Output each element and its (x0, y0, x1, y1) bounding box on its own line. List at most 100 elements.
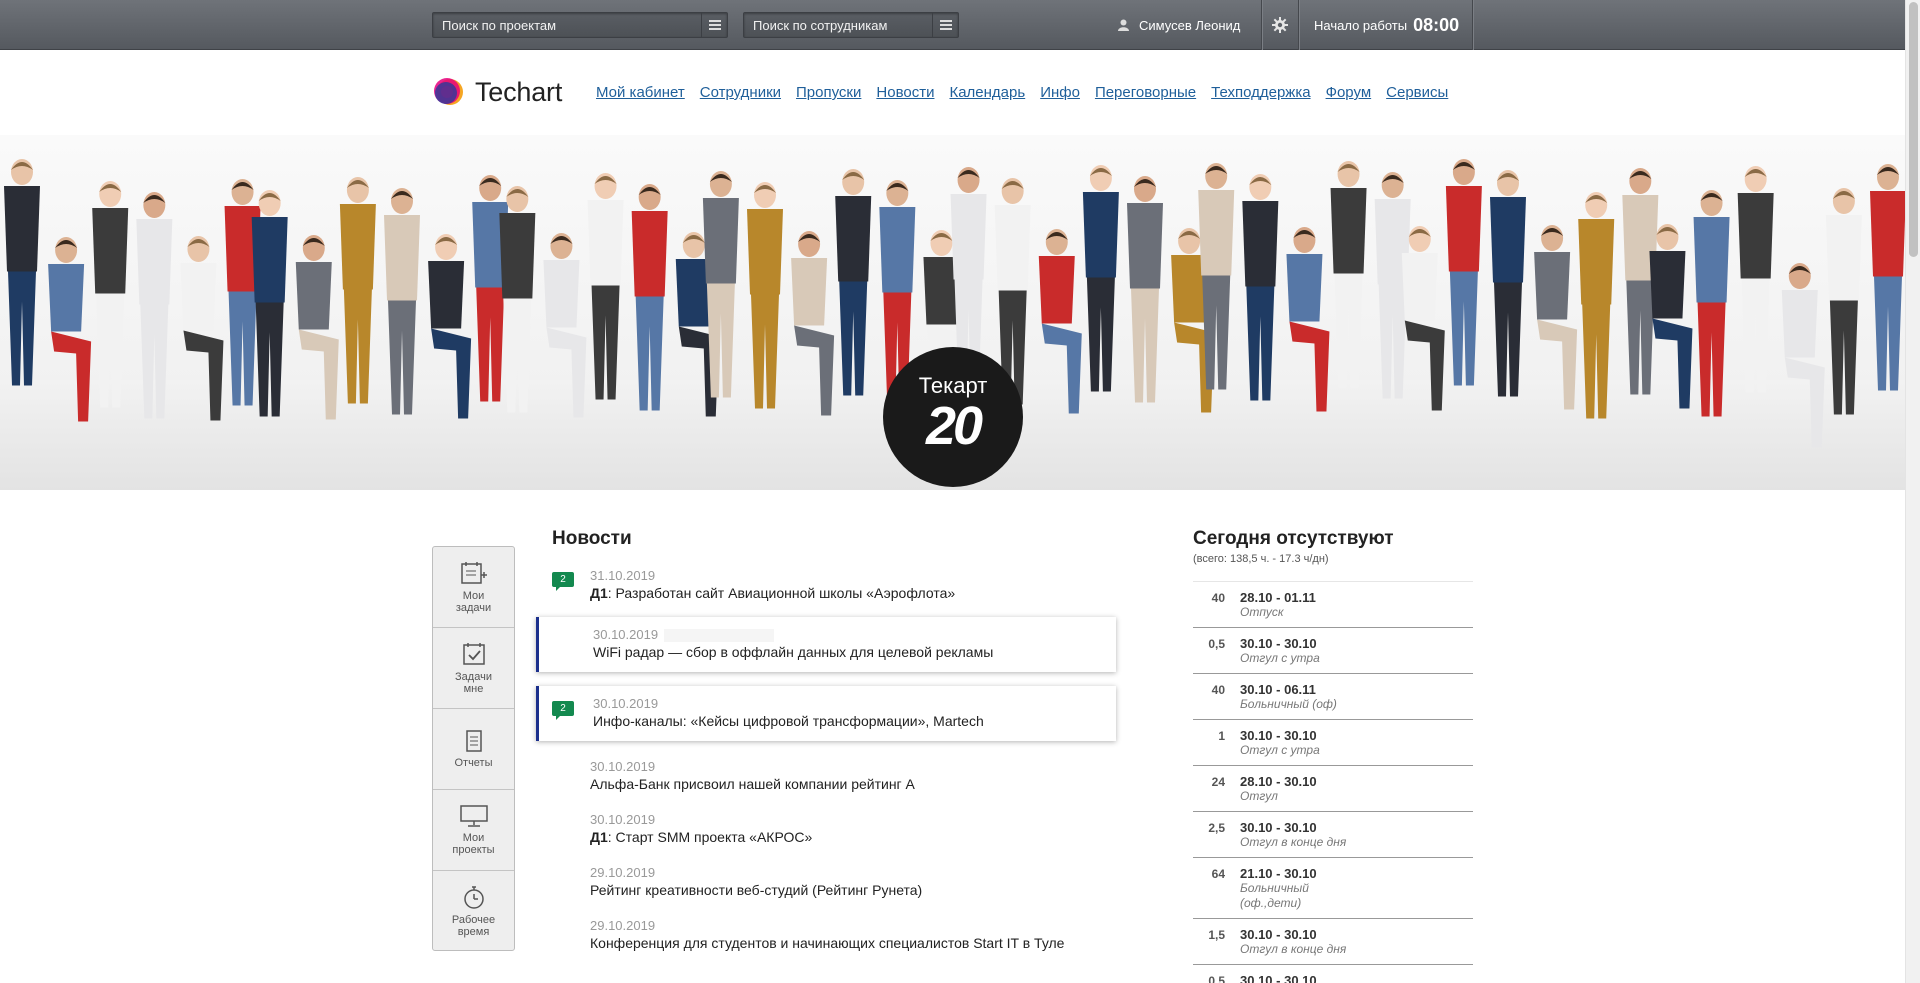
sidebar-item-tasks-for-me[interactable]: Задачи мне (433, 628, 514, 709)
employee-search-input[interactable] (744, 13, 958, 37)
person-torso (747, 209, 783, 295)
scrollbar-thumb[interactable] (1909, 2, 1918, 257)
nav-my-cabinet[interactable]: Мой кабинет (596, 84, 685, 101)
absent-row[interactable]: 1,5 30.10 - 30.10 Отгул в конце дня (1193, 919, 1473, 965)
person-torso (251, 217, 288, 303)
person-torso (1242, 201, 1279, 287)
sidebar-item-reports[interactable]: Отчеты (433, 709, 514, 790)
absent-row[interactable]: 0,5 30.10 - 30.10 (1193, 965, 1473, 983)
nav-forum[interactable]: Форум (1326, 84, 1372, 101)
absent-range: 30.10 - 30.10 (1240, 973, 1317, 983)
news-item-highlighted[interactable]: 2 30.10.2019 Инфо-каналы: «Кейсы цифрово… (536, 686, 1116, 741)
project-list-button[interactable] (701, 13, 727, 37)
absent-row[interactable]: 1 30.10 - 30.10 Отгул с утра (1193, 720, 1473, 766)
news-item[interactable]: 30.10.2019 Д1: Старт SMM проекта «АКРОС» (536, 808, 1116, 853)
nav-employees[interactable]: Сотрудники (700, 84, 781, 101)
absent-hours: 1,5 (1208, 928, 1225, 942)
site-header: Techart Мой кабинет Сотрудники Пропуски … (0, 51, 1905, 135)
main-nav: Мой кабинет Сотрудники Пропуски Новости … (596, 84, 1463, 101)
news-title: Новости (552, 528, 632, 549)
person-torso (499, 213, 536, 299)
person-legs (1378, 284, 1407, 399)
person-legs (591, 285, 620, 400)
person-torso (1127, 203, 1163, 289)
nav-support[interactable]: Техподдержка (1211, 84, 1310, 101)
news-text: WiFi радар — сбор в оффлайн данных для ц… (593, 644, 994, 660)
employee-list-button[interactable] (932, 13, 958, 37)
news-text: Альфа-Банк присвоил нашей компании рейти… (590, 776, 915, 792)
news-date: 29.10.2019 (590, 918, 656, 933)
absent-row[interactable]: 40 30.10 - 06.11 Больничный (оф) (1193, 674, 1473, 720)
sidebar-item-my-projects[interactable]: Мои проекты (433, 790, 514, 871)
nav-news[interactable]: Новости (876, 84, 934, 101)
person-legs (794, 325, 835, 416)
nav-meeting-rooms[interactable]: Переговорные (1095, 84, 1196, 101)
nav-services[interactable]: Сервисы (1386, 84, 1448, 101)
person-torso (791, 258, 828, 326)
person-torso (136, 219, 173, 305)
person-torso (1737, 193, 1774, 279)
nav-passes[interactable]: Пропуски (796, 84, 861, 101)
absent-range: 30.10 - 30.10 (1240, 927, 1317, 942)
absent-range: 21.10 - 30.10 (1240, 866, 1317, 881)
absent-type: Отгул в конце дня (1240, 942, 1347, 956)
nav-calendar[interactable]: Календарь (949, 84, 1025, 101)
news-date: 29.10.2019 (590, 865, 656, 880)
person-torso (92, 208, 129, 294)
absent-range: 28.10 - 01.11 (1240, 590, 1316, 605)
person-torso (384, 215, 420, 301)
sidebar-item-my-tasks[interactable]: Мои задачи (433, 547, 514, 628)
absent-type: Отгул (1240, 789, 1278, 803)
absent-range: 30.10 - 30.10 (1240, 728, 1317, 743)
absent-row[interactable]: 2,5 30.10 - 30.10 Отгул в конце дня (1193, 812, 1473, 858)
news-date: 30.10.2019 (593, 696, 659, 711)
person-legs (1131, 288, 1159, 403)
absent-type: Отгул с утра (1240, 651, 1320, 665)
person-torso (1781, 290, 1818, 358)
absent-row[interactable]: 24 28.10 - 30.10 Отгул (1193, 766, 1473, 812)
news-item[interactable]: 2 31.10.2019 Д1: Разработан сайт Авиацио… (536, 564, 1116, 609)
news-item[interactable]: 29.10.2019 Конференция для студентов и н… (536, 914, 1116, 959)
news-date: 30.10.2019 (593, 627, 1100, 643)
settings-button[interactable] (1262, 0, 1298, 50)
absent-row[interactable]: 40 28.10 - 01.11 Отпуск (1193, 582, 1473, 628)
absent-row[interactable]: 64 21.10 - 30.10 Больничный (оф.,дети) (1193, 858, 1473, 919)
news-item[interactable]: 30.10.2019 Альфа-Банк присвоил нашей ком… (536, 755, 1116, 800)
person-legs (1086, 277, 1115, 392)
sidebar-item-work-time[interactable]: Рабочее время (433, 871, 514, 952)
person-legs (706, 283, 735, 398)
absent-list: 40 28.10 - 01.11 Отпуск 0,5 30.10 - 30.10 От… (1193, 581, 1473, 983)
news-date: 31.10.2019 (590, 568, 656, 583)
person-torso (1649, 251, 1686, 319)
news-item[interactable]: 29.10.2019 Рейтинг креативности веб-студ… (536, 861, 1116, 906)
page-scrollbar[interactable] (1905, 0, 1920, 983)
person-torso (1693, 217, 1730, 303)
news-item-highlighted[interactable]: 30.10.2019 WiFi радар — сбор в оффлайн д… (536, 617, 1116, 672)
absent-type: Отпуск (1240, 605, 1284, 619)
absent-hours: 1 (1218, 729, 1225, 743)
divider (1298, 0, 1299, 50)
quick-actions-sidebar: Мои задачи Задачи мне Отчеты Мои проекты… (432, 546, 515, 951)
absent-row[interactable]: 0,5 30.10 - 30.10 Отгул с утра (1193, 628, 1473, 674)
absent-range: 30.10 - 06.11 (1240, 682, 1316, 697)
person-torso (180, 263, 217, 331)
person-torso (428, 261, 465, 329)
user-icon (1118, 19, 1129, 31)
person-legs (431, 328, 472, 419)
logo[interactable]: Techart (432, 76, 562, 108)
person-torso (1330, 188, 1367, 274)
person-legs (1829, 300, 1858, 415)
absent-range: 28.10 - 30.10 (1240, 774, 1317, 789)
news-text: Инфо-каналы: «Кейсы цифровой трансформац… (593, 713, 984, 729)
person-torso (702, 198, 739, 284)
project-search-input[interactable] (433, 13, 727, 37)
person-torso (1578, 219, 1615, 305)
person-legs (1784, 357, 1825, 448)
person-torso (295, 262, 332, 330)
current-user[interactable]: Симусев Леонид (1118, 0, 1240, 50)
nav-info[interactable]: Инфо (1040, 84, 1080, 101)
news-text: Д1: Старт SMM проекта «АКРОС» (590, 829, 813, 845)
absent-type: Больничный (оф) (1240, 697, 1337, 711)
person-legs (1652, 318, 1693, 409)
sidebar-item-label: Задачи мне (455, 670, 492, 695)
